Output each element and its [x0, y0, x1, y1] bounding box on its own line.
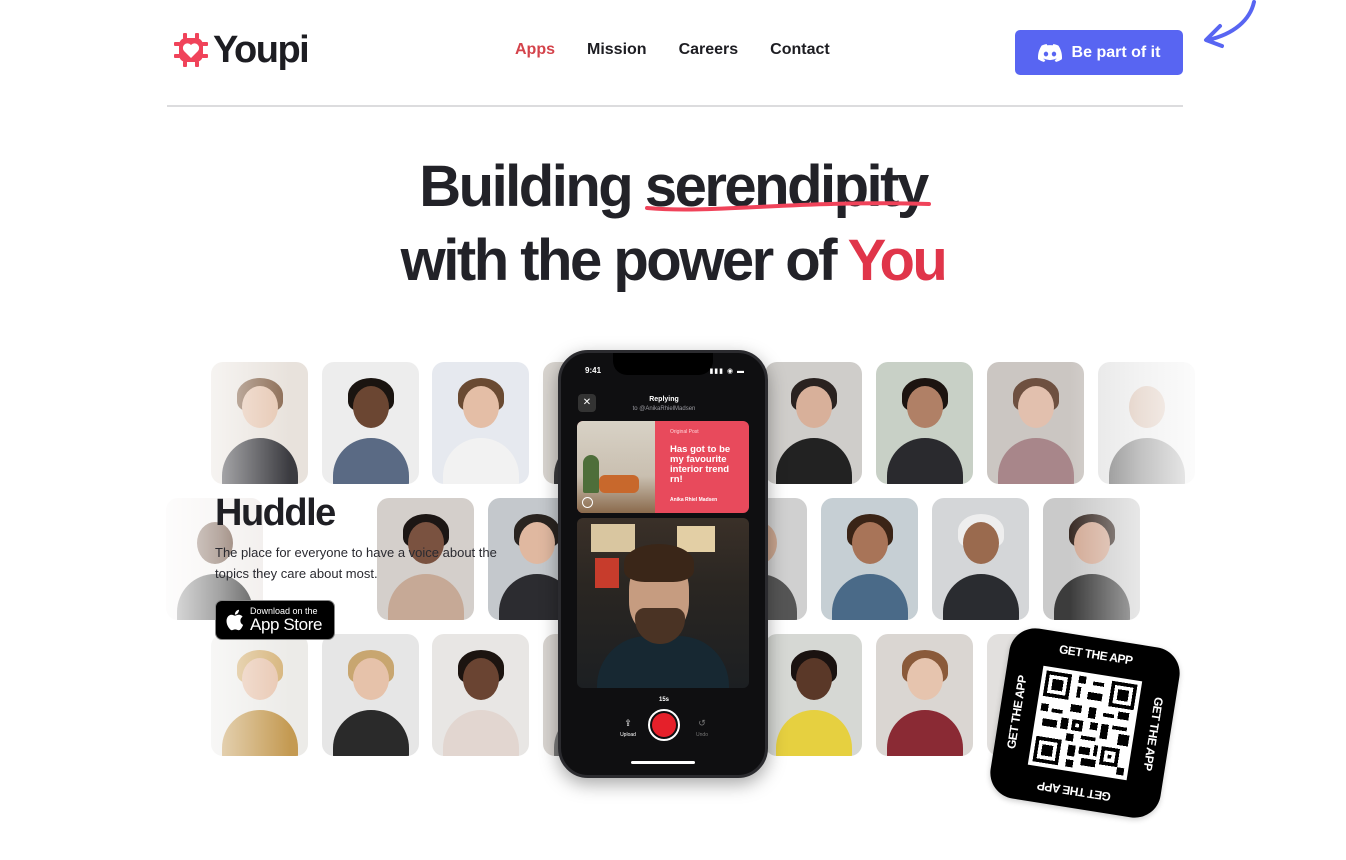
- underline-squiggle-icon: [644, 201, 931, 212]
- upload-icon: ⇪: [624, 718, 632, 728]
- phone-notch: [613, 353, 713, 375]
- profile-photo: [322, 362, 419, 484]
- app-intro: Huddle The place for everyone to have a …: [215, 490, 535, 640]
- nav-contact[interactable]: Contact: [770, 41, 830, 59]
- original-post-card[interactable]: Original Post Has got to be my favourite…: [577, 421, 749, 513]
- profile-photo: [211, 362, 308, 484]
- profile-photo: [765, 362, 862, 484]
- undo-icon: ↺: [698, 718, 706, 728]
- phone-mockup: 9:41 ▮▮▮ ◉ ▬ ✕ Replying to @AnikaRhielMa…: [558, 350, 768, 778]
- profile-photo: [211, 634, 308, 756]
- hero-line2-prefix: with the power of: [400, 228, 848, 293]
- record-button[interactable]: [648, 709, 680, 741]
- nav-careers[interactable]: Careers: [679, 41, 739, 59]
- qr-code: [1027, 665, 1143, 781]
- profile-photo: [876, 362, 973, 484]
- original-post-author: Anika Rhiel Madsen: [670, 497, 718, 503]
- curved-arrow-icon: [1204, 0, 1256, 48]
- nav-mission[interactable]: Mission: [587, 41, 647, 59]
- upload-button[interactable]: ⇪ Upload: [618, 718, 638, 738]
- qr-label-bottom: GET THE APP: [1036, 778, 1112, 804]
- phone-status-icons: ▮▮▮ ◉ ▬: [709, 368, 745, 375]
- heart-chip-icon: [174, 33, 208, 67]
- profile-photo: [876, 634, 973, 756]
- be-part-of-it-button[interactable]: Be part of it: [1015, 30, 1183, 75]
- phone-time: 9:41: [585, 366, 602, 375]
- store-big-text: App Store: [250, 615, 323, 634]
- hero-heading: Building serendipity with the power of Y…: [0, 150, 1346, 298]
- phone-screen-subtitle: to @AnikaRhielMadsen: [632, 406, 696, 412]
- app-store-button[interactable]: Download on the App Store: [215, 600, 335, 640]
- play-icon[interactable]: [582, 497, 593, 508]
- home-indicator: [631, 761, 695, 764]
- header-divider: [167, 105, 1183, 107]
- main-nav: Apps Mission Careers Contact: [515, 41, 830, 59]
- nav-apps[interactable]: Apps: [515, 41, 555, 59]
- profile-photo: [987, 362, 1084, 484]
- brand-name: Youpi: [213, 29, 310, 71]
- cta-label: Be part of it: [1071, 43, 1161, 61]
- apple-icon: [226, 609, 244, 631]
- original-post-label: Original Post: [670, 429, 699, 435]
- profile-photo: [432, 362, 529, 484]
- recording-duration: 15s: [658, 697, 669, 703]
- reply-video-preview: [577, 518, 749, 688]
- hero-line1-prefix: Building: [419, 154, 645, 219]
- profile-photo: [1043, 498, 1140, 620]
- hero-line-1: Building serendipity: [0, 150, 1346, 224]
- phone-screen-title: Replying: [649, 396, 679, 403]
- profile-photo: [322, 634, 419, 756]
- undo-label: Undo: [696, 732, 708, 738]
- undo-button[interactable]: ↺ Undo: [692, 718, 712, 738]
- original-post-image: [577, 421, 655, 513]
- app-description: The place for everyone to have a voice a…: [215, 545, 497, 581]
- brand-logo[interactable]: Youpi: [173, 29, 310, 71]
- qr-label-right: GET THE APP: [1140, 696, 1166, 772]
- qr-code-icon: [1032, 670, 1138, 776]
- discord-icon: [1037, 43, 1062, 62]
- hero-line-2: with the power of You: [0, 224, 1346, 298]
- profile-photo: [821, 498, 918, 620]
- profile-photo: [1098, 362, 1195, 484]
- profile-photo: [432, 634, 529, 756]
- hero-accent-word: You: [847, 228, 948, 293]
- upload-label: Upload: [620, 732, 636, 738]
- profile-photo: [765, 634, 862, 756]
- qr-sticker[interactable]: GET THE APP GET THE APP GET THE APP GET …: [986, 624, 1184, 822]
- profile-photo: [932, 498, 1029, 620]
- qr-label-top: GET THE APP: [1058, 642, 1134, 668]
- original-post-text: Has got to be my favourite interior tren…: [670, 444, 731, 485]
- hero-highlight: serendipity: [644, 150, 931, 224]
- app-name: Huddle: [215, 492, 336, 534]
